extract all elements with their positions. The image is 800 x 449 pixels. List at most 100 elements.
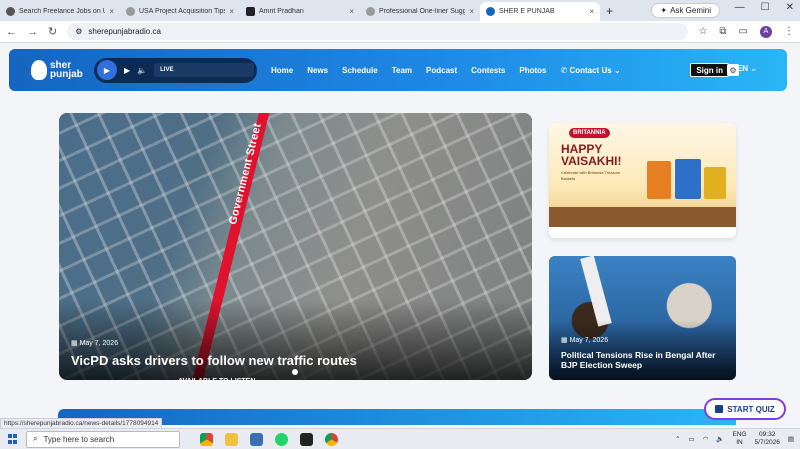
notifications-icon[interactable]: ▤ <box>788 435 794 443</box>
forward-arrow-icon[interactable]: → <box>27 26 38 38</box>
biscuit-pack-blue <box>675 159 701 199</box>
gemini-sparkle-icon: ✦ <box>660 6 668 15</box>
maximize-icon[interactable]: ☐ <box>761 2 770 13</box>
extensions-icon[interactable]: ⧉ <box>719 26 726 37</box>
input-language[interactable]: ENG IN <box>732 431 746 447</box>
chrome-profile-icon[interactable] <box>325 432 338 446</box>
taskbar-apps <box>200 432 338 446</box>
tab-title: Professional One-liner Sugges <box>379 8 466 15</box>
new-tab-button[interactable]: + <box>600 4 619 18</box>
language-label: EN <box>736 64 749 73</box>
close-icon[interactable]: × <box>469 7 474 16</box>
site-info-icon[interactable]: ⚙ <box>75 27 82 36</box>
profile-avatar[interactable]: A <box>760 25 772 38</box>
tab-title: USA Project Acquisition Tips <box>139 8 226 15</box>
nav-team[interactable]: Team <box>392 66 412 75</box>
windows-start-icon[interactable] <box>8 434 18 444</box>
ad-headline: HAPPY VAISAKHI! <box>561 143 621 167</box>
url-text: sherepunjabradio.ca <box>88 27 161 36</box>
britannia-ad-card[interactable]: BRITANNIA HAPPY VAISAKHI! Celebrate with… <box>549 123 736 238</box>
menu-kebab-icon[interactable]: ⋮ <box>784 26 794 37</box>
calendar-icon: ▦ <box>71 340 80 347</box>
close-icon[interactable]: × <box>589 7 594 16</box>
browser-tab[interactable]: USA Project Acquisition Tips × <box>120 2 240 21</box>
ad-image: BRITANNIA HAPPY VAISAKHI! Celebrate with… <box>549 123 736 227</box>
windows-taskbar: ⌕ Type here to search ⌃ ▭ ◠ 🔈 ENG IN 09:… <box>0 428 800 449</box>
nav-contests[interactable]: Contests <box>471 66 505 75</box>
terminal-app-icon[interactable] <box>300 432 313 446</box>
file-explorer-icon[interactable] <box>225 432 238 446</box>
address-bar[interactable]: ⚙ sherepunjabradio.ca <box>67 23 689 40</box>
nav-contact-us[interactable]: ✆ Contact Us ⌄ <box>561 66 621 75</box>
volume-icon[interactable]: 🔈 <box>716 435 724 443</box>
window-close-icon[interactable]: ✕ <box>786 2 794 13</box>
play-button[interactable]: ▶ <box>97 60 117 80</box>
browser-tab-active[interactable]: SHER E PUNJAB × <box>480 2 600 21</box>
hero-title[interactable]: VicPD asks drivers to follow new traffic… <box>71 353 357 368</box>
window-controls: — ☐ ✕ <box>735 2 794 13</box>
search-icon: ⌕ <box>33 434 38 443</box>
calendar-icon: ▦ <box>561 337 570 344</box>
tab-title: Amrit Pradhan <box>259 8 304 15</box>
close-icon[interactable]: × <box>349 7 354 16</box>
lion-logo-icon <box>31 60 47 80</box>
live-label: LIVE <box>154 63 254 77</box>
ask-gemini-label: Ask Gemini <box>670 6 711 15</box>
volume-icon[interactable]: 🔈 <box>137 66 147 75</box>
browser-tab-strip: Search Freelance Jobs on Upw × USA Proje… <box>0 0 800 21</box>
system-tray: ⌃ ▭ ◠ 🔈 ENG IN 09:32 5/7/2026 ▤ <box>675 431 794 447</box>
clock[interactable]: 09:32 5/7/2026 <box>755 431 780 447</box>
tab-title: Search Freelance Jobs on Upw <box>19 8 106 15</box>
browser-tab[interactable]: Search Freelance Jobs on Upw × <box>0 2 120 21</box>
logo-wordmark: sher punjab <box>50 61 83 80</box>
whatsapp-icon[interactable] <box>275 432 288 446</box>
ask-gemini-button[interactable]: ✦ Ask Gemini <box>651 3 720 18</box>
nav-schedule[interactable]: Schedule <box>342 66 378 75</box>
play-icon[interactable]: ▶ <box>124 66 130 75</box>
nav-home[interactable]: Home <box>271 66 293 75</box>
reload-icon[interactable]: ↻ <box>48 25 57 38</box>
start-quiz-button[interactable]: START QUIZ <box>704 398 786 420</box>
biscuit-pack-orange <box>647 161 671 199</box>
logo-word-punjab: punjab <box>50 69 83 80</box>
side-story-title[interactable]: Political Tensions Rise in Bengal After … <box>561 350 721 370</box>
language-selector[interactable]: EN ⌄ <box>737 64 757 73</box>
radio-player: ▶ ▶ 🔈 LIVE <box>94 57 257 83</box>
biscuit-pack-yellow <box>704 167 726 199</box>
toolbar-actions: ☆ ⧉ ▭ A ⋮ <box>698 25 794 38</box>
sidebar-icon[interactable]: ▭ <box>739 26 748 37</box>
available-to-listen-label: AVAILABLE TO LISTEN <box>178 378 256 385</box>
taskbar-search-input[interactable]: ⌕ Type here to search <box>26 430 180 448</box>
browser-tab[interactable]: Professional One-liner Sugges × <box>360 2 480 21</box>
sign-in-button[interactable]: Sign in <box>690 63 729 77</box>
chevron-down-icon: ⌄ <box>748 64 757 73</box>
side-story-date: ▦ May 7, 2026 <box>561 336 608 344</box>
carousel-dot[interactable] <box>292 369 298 375</box>
tab-title: SHER E PUNJAB <box>499 8 555 15</box>
clock-date: 5/7/2026 <box>754 439 780 446</box>
network-icon[interactable]: ▭ <box>689 435 695 443</box>
wifi-icon[interactable]: ◠ <box>703 435 709 443</box>
photos-app-icon[interactable] <box>250 432 263 446</box>
hero-story-card[interactable]: Government Street ▦ May 7, 2026 VicPD as… <box>59 113 532 380</box>
close-icon[interactable]: × <box>229 7 234 16</box>
chrome-icon[interactable] <box>200 432 213 446</box>
upwork-favicon-icon <box>6 7 15 16</box>
nav-photos[interactable]: Photos <box>519 66 546 75</box>
hero-date-text: May 7, 2026 <box>79 340 119 347</box>
bookmark-star-icon[interactable]: ☆ <box>698 26 707 37</box>
notion-favicon-icon <box>246 7 255 16</box>
close-icon[interactable]: × <box>109 7 114 16</box>
back-arrow-icon[interactable]: ← <box>6 26 17 38</box>
tray-chevron-up-icon[interactable]: ⌃ <box>675 435 680 443</box>
nav-news[interactable]: News <box>307 66 328 75</box>
site-logo[interactable]: sher punjab <box>31 56 83 84</box>
quiz-icon <box>715 405 724 413</box>
side-story-card[interactable]: ▦ May 7, 2026 Political Tensions Rise in… <box>549 256 736 380</box>
minimize-icon[interactable]: — <box>735 2 745 13</box>
browser-tab[interactable]: Amrit Pradhan × <box>240 2 360 21</box>
browser-toolbar: ← → ↻ ⚙ sherepunjabradio.ca ☆ ⧉ ▭ A ⋮ <box>0 21 800 43</box>
contact-label: Contact Us <box>569 65 612 75</box>
nav-podcast[interactable]: Podcast <box>426 66 457 75</box>
chevron-down-icon: ⌄ <box>611 65 621 75</box>
